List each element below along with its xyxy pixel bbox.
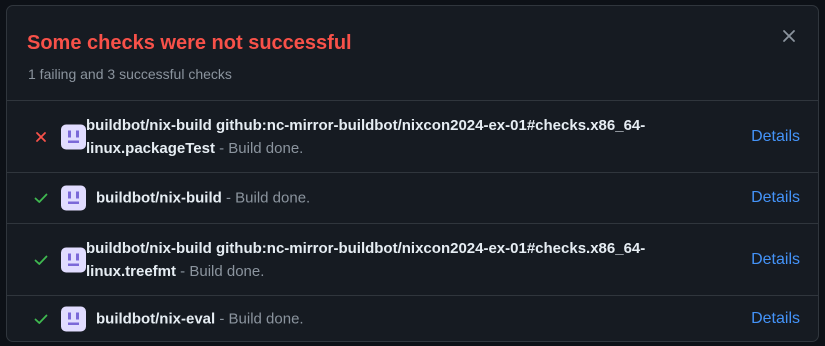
check-icon — [33, 311, 49, 327]
buildbot-avatar — [61, 185, 86, 211]
checks-header: Some checks were not successful 1 failin… — [7, 6, 818, 101]
details-link[interactable]: Details — [751, 189, 800, 207]
checks-summary: 1 failing and 3 successful checks — [28, 66, 232, 82]
check-row: buildbot/nix-build github:nc-mirror-buil… — [7, 224, 818, 296]
x-icon — [33, 129, 49, 145]
check-icon — [33, 252, 49, 268]
close-icon[interactable] — [780, 27, 798, 45]
check-text: buildbot/nix-eval - Build done. — [96, 307, 304, 330]
check-row: buildbot/nix-build - Build done. Details — [7, 173, 818, 224]
check-name: buildbot/nix-eval — [96, 310, 216, 327]
check-text: buildbot/nix-build github:nc-mirror-buil… — [86, 237, 726, 283]
check-name: buildbot/nix-build github:nc-mirror-buil… — [86, 116, 646, 157]
check-row: buildbot/nix-eval - Build done. Details — [7, 296, 818, 341]
buildbot-avatar — [61, 306, 86, 331]
buildbot-avatar — [61, 124, 86, 149]
check-icon — [33, 190, 49, 206]
details-link[interactable]: Details — [751, 128, 800, 146]
checks-popover: Some checks were not successful 1 failin… — [6, 5, 819, 342]
check-description: - Build done. — [176, 262, 265, 280]
check-text: buildbot/nix-build - Build done. — [96, 187, 310, 210]
buildbot-avatar — [61, 247, 86, 272]
check-description: - Build done. — [214, 139, 304, 157]
check-text: buildbot/nix-build github:nc-mirror-buil… — [86, 114, 726, 160]
check-description: - Build done. — [221, 189, 311, 207]
checks-title: Some checks were not successful — [27, 32, 352, 54]
check-name: buildbot/nix-build — [96, 189, 222, 207]
check-description: - Build done. — [215, 310, 304, 327]
details-link[interactable]: Details — [751, 251, 800, 269]
check-name: buildbot/nix-build github:nc-mirror-buil… — [86, 239, 646, 280]
details-link[interactable]: Details — [751, 310, 800, 328]
check-row: buildbot/nix-build github:nc-mirror-buil… — [7, 101, 818, 173]
